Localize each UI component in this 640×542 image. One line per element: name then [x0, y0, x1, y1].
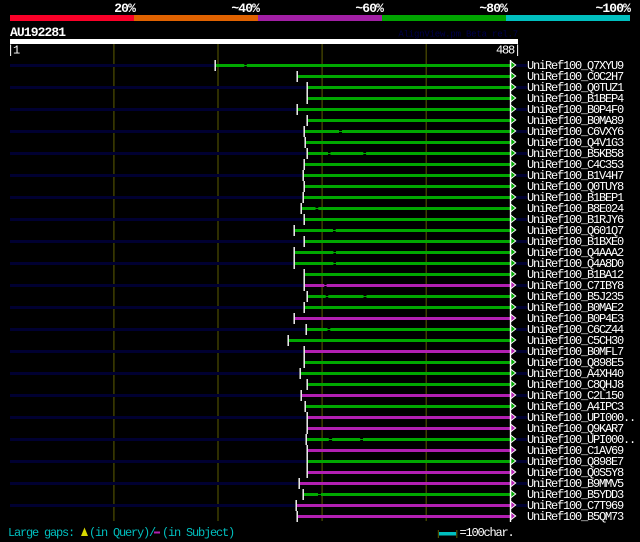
- svg-text:(in Subject): (in Subject): [162, 526, 234, 540]
- svg-text:~40%: ~40%: [231, 1, 260, 16]
- svg-text:UniRef100_B5QM73: UniRef100_B5QM73: [527, 510, 624, 524]
- svg-text:~100%: ~100%: [595, 1, 631, 16]
- svg-text:20%: 20%: [114, 1, 136, 16]
- svg-text:Large gaps:: Large gaps:: [8, 526, 74, 540]
- svg-text:AU192281: AU192281: [10, 25, 66, 40]
- svg-text:~80%: ~80%: [479, 1, 508, 16]
- svg-text:|1: |1: [7, 44, 20, 58]
- svg-text:=100char.: =100char.: [460, 526, 514, 540]
- svg-text:488|: 488|: [496, 44, 520, 58]
- svg-text:AlignView.pm Beta rel.7: AlignView.pm Beta rel.7: [398, 30, 518, 40]
- svg-text:~60%: ~60%: [355, 1, 384, 16]
- svg-text:(in Query)/: (in Query)/: [89, 526, 156, 540]
